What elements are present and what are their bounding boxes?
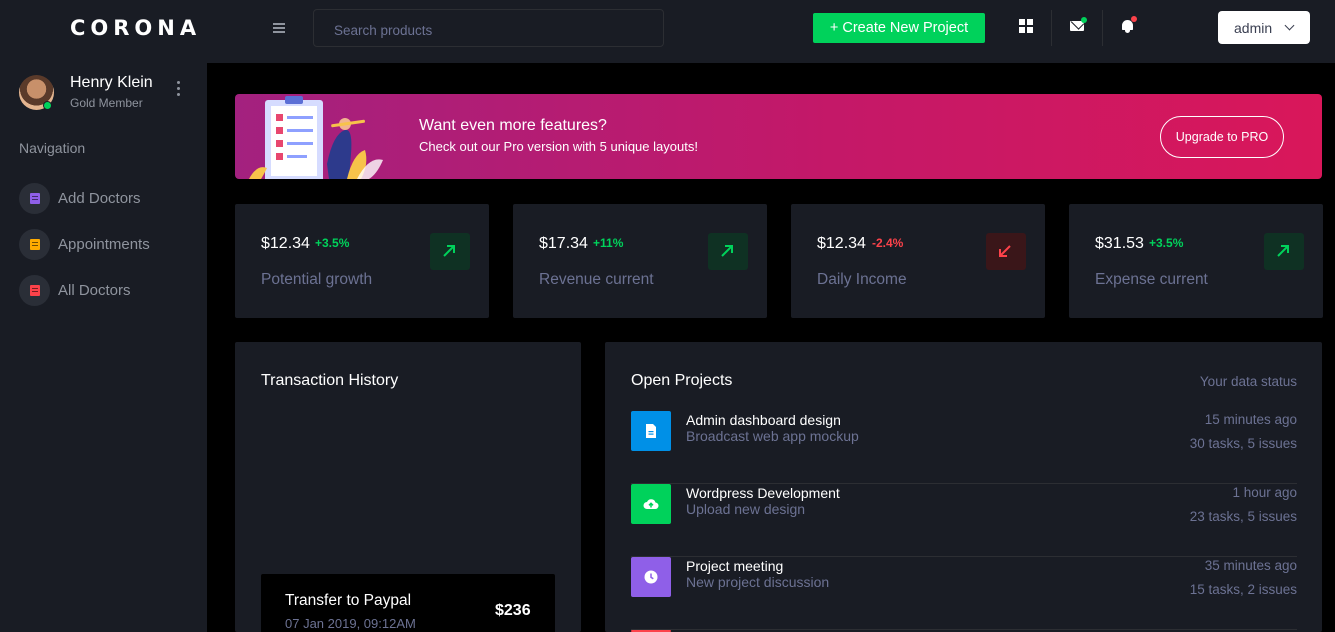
project-time: 35 minutes ago [1204, 558, 1297, 573]
arrow-down-left-icon [986, 233, 1026, 270]
transaction-amount: $236 [495, 602, 531, 619]
promo-banner: Want even more features? Check out our P… [235, 94, 1322, 179]
document-icon [19, 275, 50, 306]
stat-change: +3.5% [315, 236, 350, 250]
banner-title: Want even more features? [419, 117, 607, 134]
project-subtitle: Broadcast web app mockup [686, 428, 859, 444]
menu-toggle-icon[interactable] [273, 23, 285, 33]
arrow-up-right-icon [708, 233, 748, 270]
arrow-up-right-icon [1264, 233, 1304, 270]
project-tasks: 23 tasks, 5 issues [1189, 509, 1297, 524]
stat-change: +11% [593, 236, 624, 250]
top-navbar: Search products + Create New Project adm… [207, 0, 1335, 63]
mail-status-dot [1081, 17, 1087, 23]
card-title: Transaction History [261, 372, 399, 389]
project-subtitle: New project discussion [686, 574, 830, 590]
stat-card-daily-income: $12.34 -2.4% Daily Income [791, 204, 1045, 318]
stat-card-revenue-current: $17.34 +11% Revenue current [513, 204, 767, 318]
open-projects-card: Open Projects Your data status Admin das… [605, 342, 1322, 632]
transaction-item[interactable]: Transfer to Paypal 07 Jan 2019, 09:12AM … [261, 574, 555, 632]
upgrade-button[interactable]: Upgrade to PRO [1160, 116, 1284, 158]
transaction-history-card: Transaction History Transfer to Paypal 0… [235, 342, 581, 632]
notification-dot [1131, 16, 1137, 22]
online-status-dot [43, 101, 52, 110]
search-placeholder: Search products [334, 23, 433, 38]
project-title: Project meeting [686, 558, 784, 574]
more-vertical-icon[interactable] [175, 81, 181, 99]
sidebar-item-label: Appointments [58, 236, 150, 253]
banner-subtitle: Check out our Pro version with 5 unique … [419, 139, 698, 154]
profile-name: Henry Klein [70, 74, 153, 91]
stat-value: $31.53 [1095, 235, 1144, 252]
divider [1102, 10, 1103, 46]
user-profile[interactable]: Henry Klein Gold Member [19, 73, 194, 113]
file-icon [631, 411, 671, 451]
stat-card-potential-growth: $12.34 +3.5% Potential growth [235, 204, 489, 318]
project-title: Wordpress Development [686, 485, 840, 501]
grid-icon[interactable] [1019, 19, 1033, 33]
clock-icon [631, 557, 671, 597]
divider [1051, 10, 1052, 46]
stat-card-expense-current: $31.53 +3.5% Expense current [1069, 204, 1323, 318]
sidebar-item-label: Add Doctors [58, 190, 141, 207]
create-project-button[interactable]: + Create New Project [813, 13, 985, 43]
sidebar-item-all-doctors[interactable]: All Doctors [19, 275, 199, 307]
user-menu-label: admin [1234, 20, 1273, 36]
sidebar-item-add-doctors[interactable]: Add Doctors [19, 183, 199, 215]
nav-heading: Navigation [19, 140, 86, 156]
user-menu-dropdown[interactable]: admin [1218, 11, 1310, 44]
project-time: 1 hour ago [1232, 485, 1297, 500]
project-tasks: 30 tasks, 5 issues [1189, 436, 1297, 451]
document-icon [19, 229, 50, 260]
stat-label: Potential growth [261, 271, 373, 288]
search-input[interactable]: Search products [313, 9, 664, 47]
chevron-down-icon [1284, 20, 1295, 31]
cloud-upload-icon [631, 484, 671, 524]
sidebar-item-label: All Doctors [58, 282, 131, 299]
transaction-date: 07 Jan 2019, 09:12AM [285, 616, 416, 631]
stat-value: $17.34 [539, 235, 588, 252]
stat-change: -2.4% [872, 236, 904, 250]
sidebar-item-appointments[interactable]: Appointments [19, 229, 199, 261]
project-tasks: 15 tasks, 2 issues [1189, 582, 1297, 597]
arrow-up-right-icon [430, 233, 470, 270]
data-status-note: Your data status [1199, 374, 1297, 389]
transaction-label: Transfer to Paypal [285, 592, 412, 609]
stat-label: Revenue current [539, 271, 654, 288]
sidebar: CORONA Henry Klein Gold Member Navigatio… [0, 0, 207, 632]
project-title: Admin dashboard design [686, 412, 841, 428]
stat-value: $12.34 [261, 235, 310, 252]
profile-role: Gold Member [70, 96, 143, 110]
project-item[interactable]: Admin dashboard design Broadcast web app… [631, 411, 1297, 484]
checklist-illustration [249, 96, 383, 179]
stat-label: Daily Income [817, 271, 907, 288]
brand-logo[interactable]: CORONA [70, 16, 201, 40]
card-title: Open Projects [631, 372, 733, 389]
project-subtitle: Upload new design [686, 501, 806, 517]
project-item[interactable]: Wordpress Development Upload new design … [631, 484, 1297, 557]
stat-label: Expense current [1095, 271, 1208, 288]
stat-value: $12.34 [817, 235, 866, 252]
project-item[interactable]: Project meeting New project discussion 3… [631, 557, 1297, 630]
stat-change: +3.5% [1149, 236, 1184, 250]
document-icon [19, 183, 50, 214]
project-time: 15 minutes ago [1204, 412, 1297, 427]
